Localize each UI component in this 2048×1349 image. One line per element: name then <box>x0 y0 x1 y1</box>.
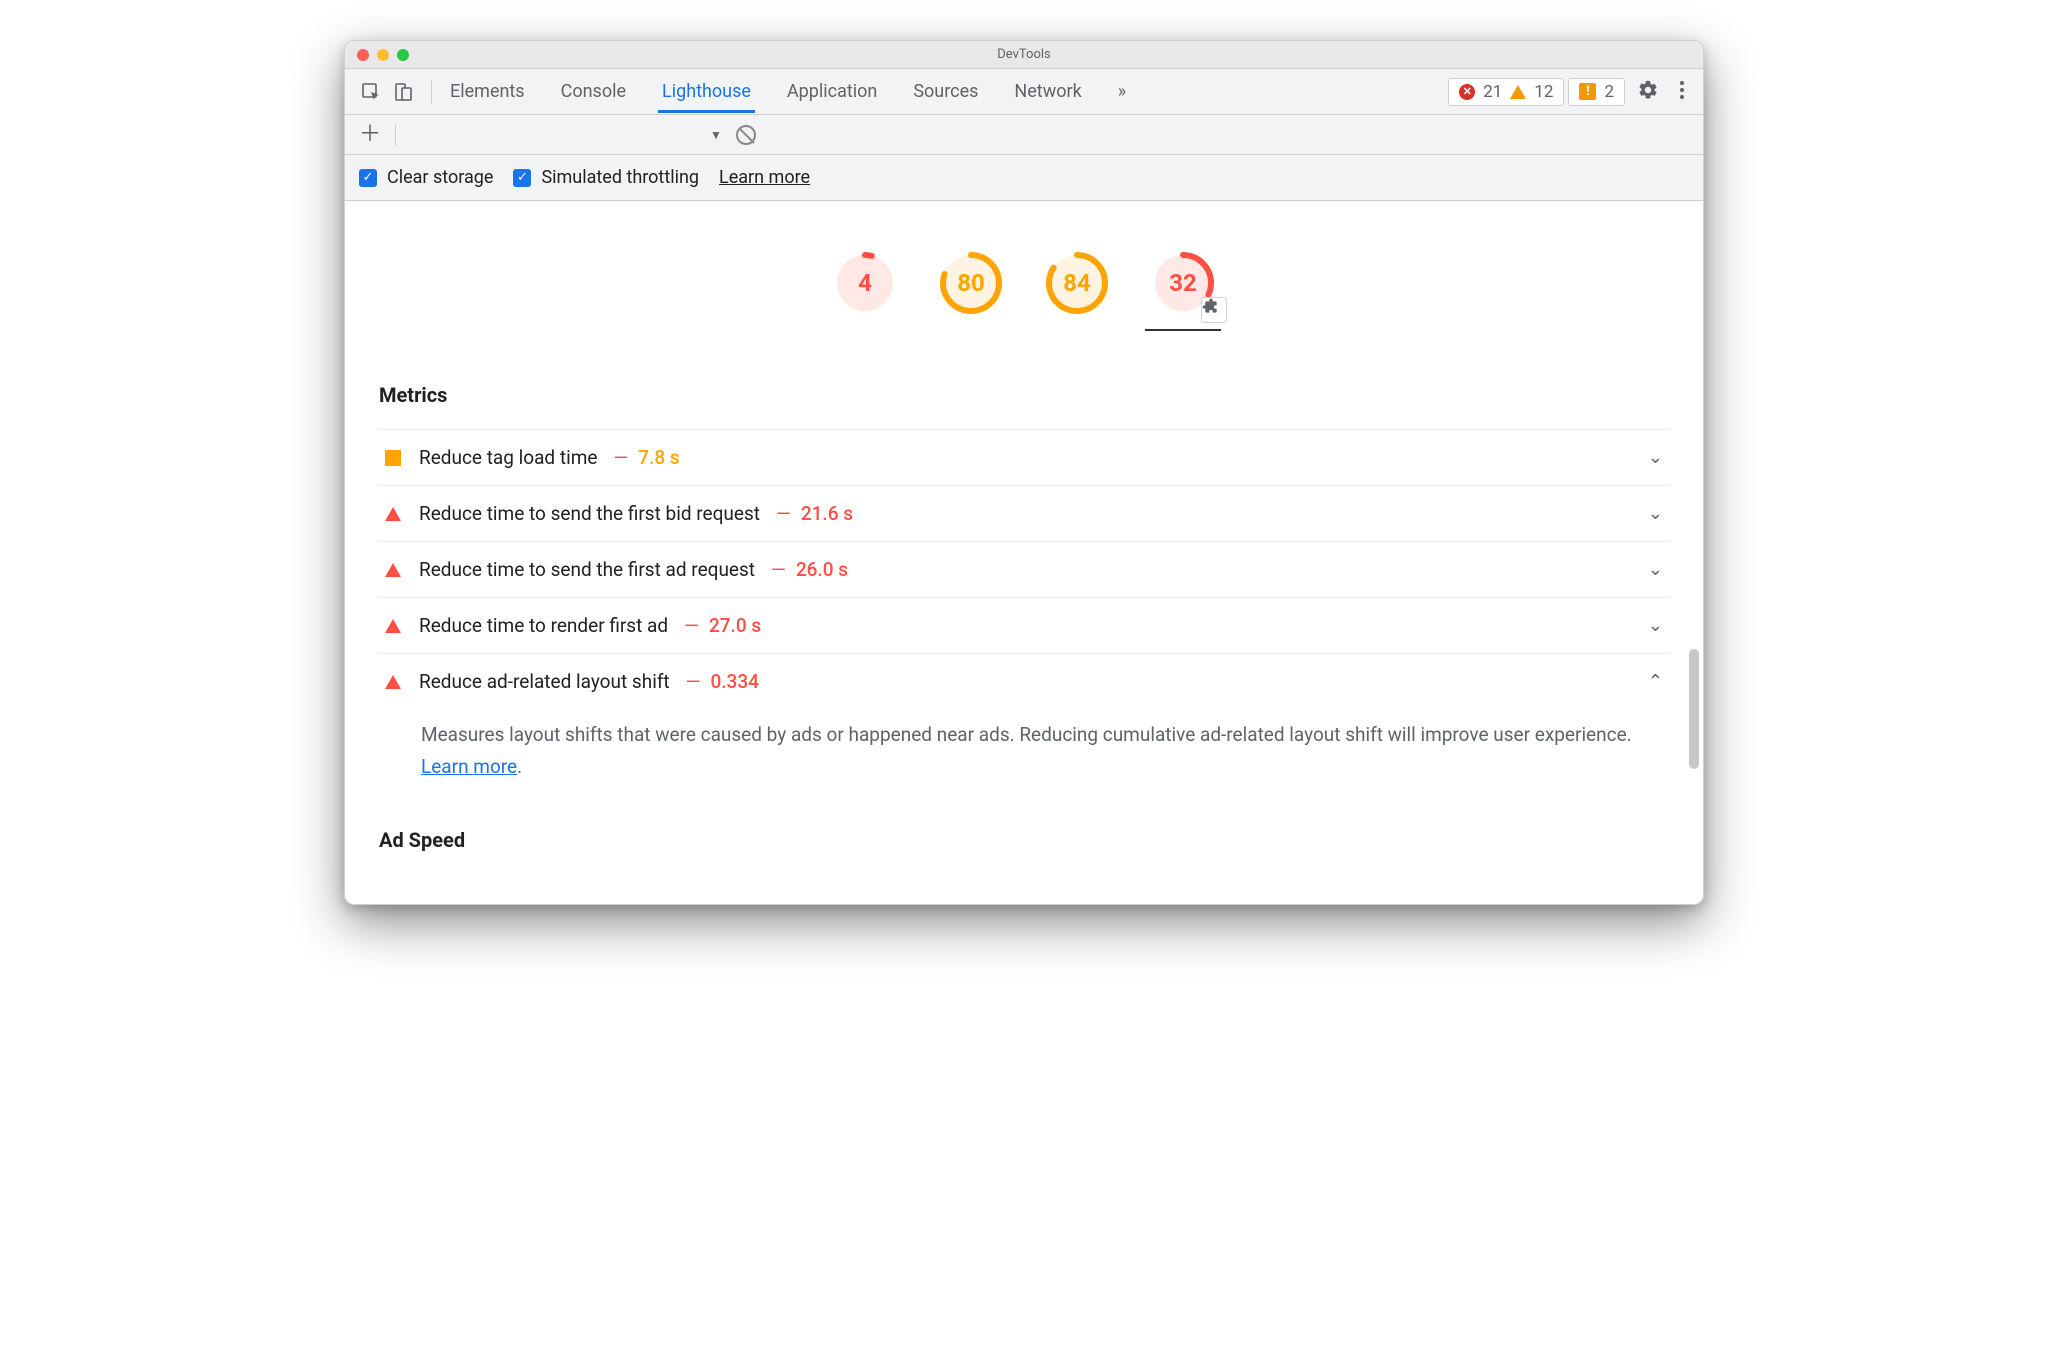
devtools-window: DevTools Elements Console Lighthouse App… <box>344 40 1704 905</box>
metric-tag-load-time[interactable]: Reduce tag load time — 7.8 s ⌄ <box>379 429 1669 485</box>
metric-label: Reduce time to send the first ad request <box>419 558 755 581</box>
gauge-value: 32 <box>1169 269 1197 297</box>
metric-label: Reduce time to render first ad <box>419 614 668 637</box>
metric-first-ad-request[interactable]: Reduce time to send the first ad request… <box>379 541 1669 597</box>
square-average-icon <box>385 450 401 466</box>
gauge-performance[interactable]: 4 <box>833 251 897 315</box>
more-menu-icon[interactable] <box>1671 76 1693 108</box>
tab-console[interactable]: Console <box>557 71 630 113</box>
score-gauges: 4 80 84 32 <box>345 201 1703 355</box>
gauge-value: 84 <box>1063 269 1091 297</box>
clear-storage-checkbox[interactable]: ✓ Clear storage <box>359 167 493 188</box>
chevron-down-icon: ⌄ <box>1648 615 1663 636</box>
triangle-fail-icon <box>385 619 401 633</box>
simulated-throttling-checkbox[interactable]: ✓ Simulated throttling <box>513 167 699 188</box>
triangle-fail-icon <box>385 563 401 577</box>
section-title-ad-speed: Ad Speed <box>379 828 1669 852</box>
triangle-fail-icon <box>385 507 401 521</box>
separator <box>395 124 396 146</box>
lighthouse-toolbar: ＋ ▼ <box>345 115 1703 155</box>
description-suffix: . <box>517 755 522 778</box>
error-icon: ✕ <box>1459 84 1475 100</box>
metric-label: Reduce tag load time <box>419 446 597 469</box>
metric-label: Reduce time to send the first bid reques… <box>419 502 760 525</box>
metric-value: 7.8 s <box>638 446 679 469</box>
metric-description: Measures layout shifts that were caused … <box>379 709 1669 810</box>
scrollbar-thumb[interactable] <box>1689 649 1699 769</box>
separator <box>431 80 432 104</box>
tab-network[interactable]: Network <box>1010 71 1085 113</box>
gauge-best-practices[interactable]: 84 <box>1045 251 1109 315</box>
error-count: 21 <box>1483 82 1502 102</box>
section-title-metrics: Metrics <box>379 383 1669 407</box>
metric-value: 27.0 s <box>709 614 761 637</box>
simulated-throttling-label: Simulated throttling <box>541 167 699 188</box>
panel-tabs: Elements Console Lighthouse Application … <box>446 71 1130 113</box>
gauge-accessibility[interactable]: 80 <box>939 251 1003 315</box>
chevron-down-icon: ⌄ <box>1648 559 1663 580</box>
metric-render-first-ad[interactable]: Reduce time to render first ad — 27.0 s … <box>379 597 1669 653</box>
triangle-fail-icon <box>385 675 401 689</box>
report-content: Metrics Reduce tag load time — 7.8 s ⌄ R… <box>345 355 1703 904</box>
window-title: DevTools <box>345 47 1703 62</box>
tabs-overflow-icon[interactable]: » <box>1114 71 1130 113</box>
issue-count: 2 <box>1604 82 1614 102</box>
dash: — <box>684 614 699 637</box>
chevron-down-icon: ⌄ <box>1648 447 1663 468</box>
metric-label: Reduce ad-related layout shift <box>419 670 670 693</box>
issue-icon: ! <box>1579 83 1596 100</box>
metric-value: 26.0 s <box>796 558 848 581</box>
metric-first-bid-request[interactable]: Reduce time to send the first bid reques… <box>379 485 1669 541</box>
report-dropdown-icon[interactable]: ▼ <box>710 128 722 142</box>
clear-all-icon[interactable] <box>736 125 756 145</box>
clear-storage-label: Clear storage <box>387 167 493 188</box>
titlebar: DevTools <box>345 41 1703 69</box>
chevron-down-icon: ⌄ <box>1648 503 1663 524</box>
gauge-value: 80 <box>957 269 985 297</box>
metric-ad-layout-shift[interactable]: Reduce ad-related layout shift — 0.334 ⌃ <box>379 653 1669 709</box>
tab-lighthouse[interactable]: Lighthouse <box>658 71 755 113</box>
dash: — <box>771 558 786 581</box>
description-learn-more-link[interactable]: Learn more <box>421 755 517 778</box>
settings-gear-icon[interactable] <box>1629 75 1667 109</box>
extension-icon <box>1201 297 1227 323</box>
learn-more-link[interactable]: Learn more <box>719 167 810 188</box>
tab-sources[interactable]: Sources <box>909 71 982 113</box>
checkbox-checked-icon: ✓ <box>513 169 531 187</box>
console-counts[interactable]: ✕ 21 12 <box>1448 78 1564 106</box>
gauge-publisher-ads[interactable]: 32 <box>1151 251 1215 315</box>
main-tabstrip: Elements Console Lighthouse Application … <box>345 69 1703 115</box>
dash: — <box>613 446 628 469</box>
gauge-value: 4 <box>858 269 872 297</box>
warning-icon <box>1510 85 1526 99</box>
description-text: Measures layout shifts that were caused … <box>421 723 1632 746</box>
issues-counts[interactable]: ! 2 <box>1568 78 1625 106</box>
dash: — <box>686 670 701 693</box>
dash: — <box>776 502 791 525</box>
metric-value: 0.334 <box>710 670 758 693</box>
tab-application[interactable]: Application <box>783 71 881 113</box>
new-report-button[interactable]: ＋ <box>359 124 381 146</box>
tab-elements[interactable]: Elements <box>446 71 529 113</box>
checkbox-checked-icon: ✓ <box>359 169 377 187</box>
metric-value: 21.6 s <box>801 502 853 525</box>
lighthouse-options: ✓ Clear storage ✓ Simulated throttling L… <box>345 155 1703 201</box>
chevron-up-icon: ⌃ <box>1648 671 1663 692</box>
inspect-element-icon[interactable] <box>357 78 385 106</box>
device-toolbar-icon[interactable] <box>389 78 417 106</box>
warning-count: 12 <box>1534 82 1553 102</box>
